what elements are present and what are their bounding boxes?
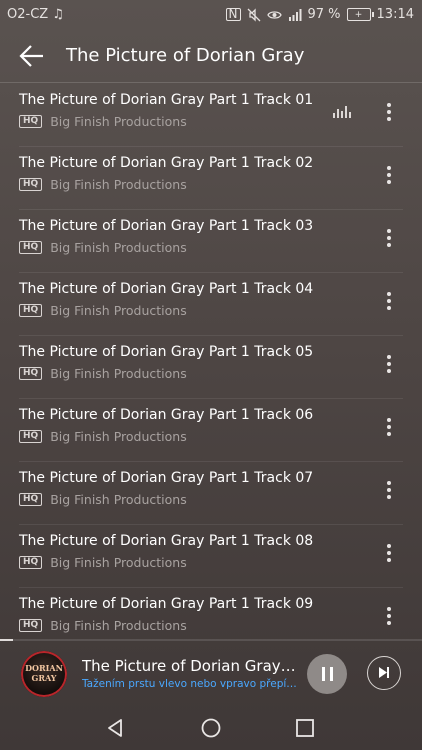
signal-icon	[288, 8, 301, 21]
more-options-icon[interactable]	[380, 163, 398, 187]
skip-next-icon	[379, 667, 389, 678]
album-art[interactable]: DORIAN GRAY	[21, 651, 67, 697]
track-title: The Picture of Dorian Gray Part 1 Track …	[19, 155, 314, 171]
header-divider	[0, 82, 422, 83]
track-row[interactable]: The Picture of Dorian Gray Part 1 Track …	[0, 399, 422, 462]
track-row[interactable]: The Picture of Dorian Gray Part 1 Track …	[0, 588, 422, 640]
track-artist: Big Finish Productions	[50, 177, 187, 192]
track-artist: Big Finish Productions	[50, 555, 187, 570]
hq-badge: HQ	[19, 178, 43, 191]
hq-badge: HQ	[19, 556, 43, 569]
hq-badge: HQ	[19, 304, 43, 317]
nav-home-icon[interactable]	[199, 716, 223, 740]
track-artist: Big Finish Productions	[50, 303, 187, 318]
more-options-icon[interactable]	[380, 100, 398, 124]
hq-badge: HQ	[19, 430, 43, 443]
now-playing-title: The Picture of Dorian Gray Part 1 Track …	[82, 657, 300, 675]
nav-back-icon[interactable]	[104, 716, 128, 740]
track-title: The Picture of Dorian Gray Part 1 Track …	[19, 596, 314, 612]
mute-icon	[247, 7, 260, 22]
track-row[interactable]: The Picture of Dorian Gray Part 1 Track …	[0, 273, 422, 336]
track-title: The Picture of Dorian Gray Part 1 Track …	[19, 470, 314, 486]
track-title: The Picture of Dorian Gray Part 1 Track …	[19, 407, 314, 423]
more-options-icon[interactable]	[380, 478, 398, 502]
track-artist: Big Finish Productions	[50, 366, 187, 381]
eye-icon	[266, 10, 282, 19]
battery-charging-icon: +	[346, 8, 374, 21]
track-artist: Big Finish Productions	[50, 492, 187, 507]
track-artist: Big Finish Productions	[50, 429, 187, 444]
status-bar: O2-CZ ♫ N 97 % + 13:14	[0, 0, 422, 30]
track-row[interactable]: The Picture of Dorian Gray Part 1 Track …	[0, 336, 422, 399]
track-title: The Picture of Dorian Gray Part 1 Track …	[19, 281, 314, 297]
track-row[interactable]: The Picture of Dorian Gray Part 1 Track …	[0, 147, 422, 210]
track-row[interactable]: The Picture of Dorian Gray Part 1 Track …	[0, 462, 422, 525]
album-art-ring	[21, 651, 67, 697]
track-artist: Big Finish Productions	[50, 618, 187, 633]
more-options-icon[interactable]	[380, 415, 398, 439]
track-list[interactable]: The Picture of Dorian Gray Part 1 Track …	[0, 84, 422, 640]
more-options-icon[interactable]	[380, 289, 398, 313]
arrow-left-icon[interactable]	[18, 42, 46, 70]
pause-icon	[321, 667, 325, 681]
pause-button[interactable]	[307, 654, 347, 694]
track-row[interactable]: The Picture of Dorian Gray Part 1 Track …	[0, 210, 422, 273]
hq-badge: HQ	[19, 115, 43, 128]
pause-icon	[329, 667, 333, 681]
system-navigation-bar	[0, 705, 422, 750]
track-artist: Big Finish Productions	[50, 114, 187, 129]
nav-recent-apps-icon[interactable]	[293, 716, 317, 740]
more-options-icon[interactable]	[380, 604, 398, 628]
music-note-icon: ♫	[52, 7, 64, 22]
more-options-icon[interactable]	[380, 352, 398, 376]
next-track-button[interactable]	[367, 656, 401, 690]
swipe-hint: Tažením prstu vlevo nebo vpravo přepínát…	[82, 678, 300, 690]
track-title: The Picture of Dorian Gray Part 1 Track …	[19, 218, 314, 234]
now-playing-equalizer-icon	[333, 102, 353, 118]
mini-player[interactable]: DORIAN GRAY The Picture of Dorian Gray P…	[0, 641, 422, 705]
hq-badge: HQ	[19, 241, 43, 254]
hq-badge: HQ	[19, 367, 43, 380]
track-title: The Picture of Dorian Gray Part 1 Track …	[19, 92, 314, 108]
battery-percent: 97 %	[307, 7, 341, 22]
nfc-icon: N	[225, 8, 241, 21]
track-row[interactable]: The Picture of Dorian Gray Part 1 Track …	[0, 525, 422, 588]
track-title: The Picture of Dorian Gray Part 1 Track …	[19, 533, 314, 549]
app-header: The Picture of Dorian Gray	[0, 30, 422, 82]
page-title: The Picture of Dorian Gray	[66, 45, 305, 66]
more-options-icon[interactable]	[380, 226, 398, 250]
clock: 13:14	[376, 7, 414, 22]
track-row[interactable]: The Picture of Dorian Gray Part 1 Track …	[0, 84, 422, 147]
hq-badge: HQ	[19, 619, 43, 632]
track-artist: Big Finish Productions	[50, 240, 187, 255]
more-options-icon[interactable]	[380, 541, 398, 565]
track-title: The Picture of Dorian Gray Part 1 Track …	[19, 344, 314, 360]
hq-badge: HQ	[19, 493, 43, 506]
carrier-label: O2-CZ	[7, 7, 49, 22]
